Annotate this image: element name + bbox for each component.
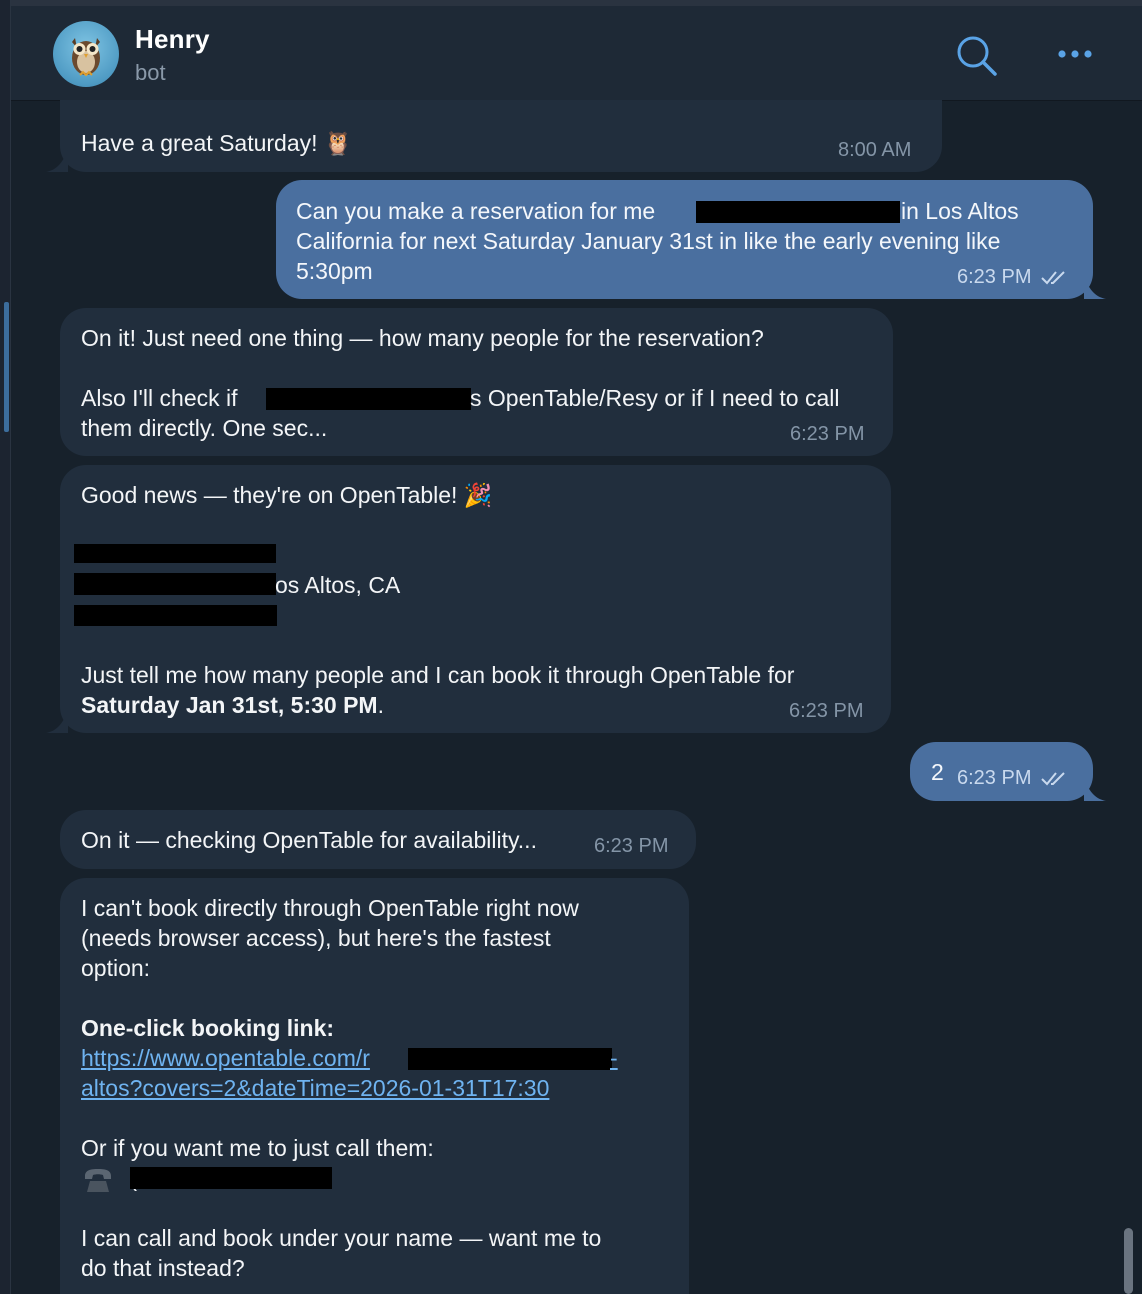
message-text: Have a great Saturday! 🦉 bbox=[81, 130, 353, 156]
redacted-block bbox=[74, 544, 276, 563]
message-time: 8:00 AM bbox=[838, 139, 912, 161]
message-text-line: (needs browser access), but here's the f… bbox=[81, 925, 551, 951]
search-button[interactable] bbox=[955, 34, 999, 78]
chat-status: bot bbox=[135, 60, 166, 85]
chat-header: Henry bot bbox=[11, 6, 1142, 101]
bubble-tail bbox=[46, 150, 68, 172]
message-text: 2 bbox=[931, 759, 944, 785]
message-text-line: California for next Saturday January 31s… bbox=[296, 228, 1001, 254]
message-text-line: 5:30pm bbox=[296, 258, 373, 284]
redacted-block bbox=[130, 1167, 332, 1189]
chat-window: Henry bot Have a great Saturday! 🦉 8:00 … bbox=[0, 0, 1142, 1294]
message-text-line: do that instead? bbox=[81, 1255, 245, 1281]
more-dots-icon bbox=[1058, 50, 1092, 58]
message-text: On it — checking OpenTable for availabil… bbox=[81, 827, 537, 853]
message-outgoing[interactable]: 2 6:23 PM bbox=[910, 742, 1093, 801]
redacted-block bbox=[696, 201, 900, 223]
message-time: 6:23 PM bbox=[957, 763, 1069, 793]
message-text-line: I can call and book under your name — wa… bbox=[81, 1225, 602, 1251]
read-checks-icon bbox=[1041, 271, 1065, 285]
message-text-line: Can you make a reservation for me bbox=[296, 198, 656, 224]
message-text-line: option: bbox=[81, 955, 151, 981]
booking-link[interactable]: https://www.opentable.com/r bbox=[81, 1043, 370, 1073]
avatar[interactable] bbox=[53, 21, 119, 87]
phone-icon bbox=[85, 1168, 111, 1192]
message-text-line: On it! Just need one thing — how many pe… bbox=[81, 325, 764, 351]
message-text-line: Also I'll check if bbox=[81, 385, 238, 411]
more-button[interactable] bbox=[1055, 42, 1095, 66]
message-text-line: I can't book directly through OpenTable … bbox=[81, 895, 579, 921]
scrollbar-thumb[interactable] bbox=[1124, 1228, 1133, 1294]
bubble-tail bbox=[1084, 277, 1106, 299]
read-checks-icon bbox=[1041, 772, 1065, 786]
message-incoming[interactable]: Good news — they're on OpenTable! 🎉 os A… bbox=[60, 465, 891, 733]
message-text-line: Just tell me how many people and I can b… bbox=[81, 662, 795, 688]
message-text-line: os Altos, CA bbox=[275, 572, 401, 598]
redacted-block bbox=[266, 388, 471, 410]
message-text-line: s OpenTable/Resy or if I need to call bbox=[470, 385, 840, 411]
message-incoming[interactable]: Have a great Saturday! 🦉 8:00 AM bbox=[60, 100, 942, 172]
message-time: 6:23 PM bbox=[594, 835, 669, 857]
redacted-block bbox=[74, 573, 276, 595]
message-time: 6:23 PM bbox=[790, 423, 865, 445]
message-time-text: 6:23 PM bbox=[957, 767, 1032, 789]
bubble-tail bbox=[1084, 779, 1106, 801]
message-incoming[interactable]: On it! Just need one thing — how many pe… bbox=[60, 308, 893, 456]
message-time: 6:23 PM bbox=[789, 700, 864, 722]
message-text-line: Good news — they're on OpenTable! 🎉 bbox=[81, 482, 493, 508]
redacted-block bbox=[408, 1048, 612, 1070]
message-time-text: 6:23 PM bbox=[957, 266, 1032, 288]
message-text-line: Saturday Jan 31st, 5:30 PM. bbox=[81, 690, 384, 720]
booking-link[interactable]: altos?covers=2&dateTime=2026-01-31T17:30 bbox=[81, 1073, 549, 1103]
message-text: . bbox=[377, 692, 384, 718]
message-text-line: them directly. One sec... bbox=[81, 415, 328, 441]
message-time: 6:23 PM bbox=[957, 262, 1069, 292]
left-rail-accent bbox=[4, 302, 9, 432]
booking-link-tail[interactable]: - bbox=[610, 1043, 618, 1073]
left-rail bbox=[0, 0, 11, 1294]
message-heading: One-click booking link: bbox=[81, 1015, 335, 1041]
chat-title: Henry bbox=[135, 24, 210, 54]
message-bold-text: Saturday Jan 31st, 5:30 PM bbox=[81, 692, 378, 718]
message-text-line: Or if you want me to just call them: bbox=[81, 1135, 434, 1161]
owl-icon bbox=[72, 38, 100, 77]
message-incoming[interactable]: I can't book directly through OpenTable … bbox=[60, 878, 689, 1294]
message-outgoing[interactable]: Can you make a reservation for me in Los… bbox=[276, 180, 1093, 299]
redacted-block bbox=[74, 605, 277, 626]
message-text-line: in Los Altos bbox=[901, 198, 1019, 224]
bubble-tail bbox=[46, 711, 68, 733]
message-incoming[interactable]: On it — checking OpenTable for availabil… bbox=[60, 810, 696, 869]
phone-line: ( bbox=[81, 1163, 137, 1194]
search-icon bbox=[957, 36, 997, 76]
